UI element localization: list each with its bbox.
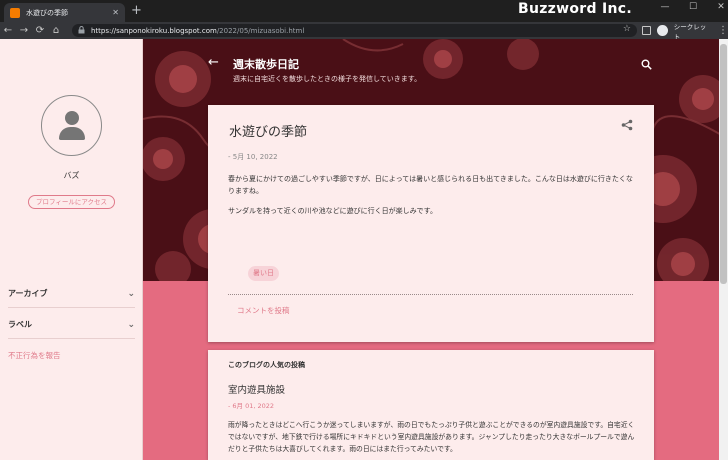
- home-button[interactable]: ⌂: [48, 25, 64, 36]
- chevron-down-icon: ⌄: [127, 319, 135, 330]
- url-host: https://sanponokiroku.blogspot.com: [91, 26, 217, 35]
- post-paragraph: 春から夏にかけての過ごしやすい季節ですが、日によっては暑いと感じられる日も出てき…: [228, 175, 633, 195]
- forward-button[interactable]: →: [16, 25, 32, 36]
- popular-post-date[interactable]: - 6月 01, 2022: [228, 400, 274, 410]
- minimize-button[interactable]: —: [660, 2, 670, 12]
- post-date[interactable]: - 5月 10, 2022: [228, 152, 278, 162]
- browser-menu-icon[interactable]: ⋮: [718, 25, 728, 36]
- post-comment-link[interactable]: コメントを投稿: [237, 305, 290, 316]
- maximize-button[interactable]: ☐: [688, 2, 698, 12]
- back-button[interactable]: ←: [0, 25, 16, 36]
- popular-posts-card: このブログの人気の投稿 室内遊具施設 - 6月 01, 2022 雨が降ったとき…: [208, 350, 654, 460]
- window-controls: — ☐ ✕: [660, 2, 726, 12]
- avatar-body: [59, 127, 85, 140]
- bookmark-star-icon[interactable]: ☆: [623, 24, 631, 34]
- blog-description: 週末に自宅近くを散歩したときの様子を発信していきます。: [233, 75, 422, 83]
- page-scrollbar-thumb[interactable]: [720, 44, 727, 284]
- post-card: 水遊びの季節 - 5月 10, 2022 春から夏にかけての過ごしやすい季節です…: [208, 105, 654, 342]
- reload-button[interactable]: ⟳: [32, 25, 48, 36]
- author-name: バズ: [63, 171, 80, 180]
- report-abuse-link[interactable]: 不正行為を報告: [8, 350, 61, 361]
- close-window-button[interactable]: ✕: [716, 2, 726, 12]
- new-tab-button[interactable]: +: [131, 3, 142, 19]
- profile-button[interactable]: プロフィールにアクセス: [28, 195, 115, 209]
- tab-title: 水遊びの季節: [26, 8, 68, 17]
- label-chip[interactable]: 暑い日: [248, 266, 279, 281]
- archive-label: アーカイブ: [8, 289, 48, 298]
- address-bar[interactable]: https://sanponokiroku.blogspot.com /2022…: [72, 24, 637, 37]
- toolbar-right: シークレット ⋮: [642, 21, 728, 41]
- blogger-favicon-icon: [10, 7, 20, 18]
- search-icon[interactable]: [641, 59, 652, 70]
- labels-label: ラベル: [8, 320, 32, 329]
- popular-post-title[interactable]: 室内遊具施設: [228, 382, 285, 396]
- labels-section[interactable]: ラベル ⌄: [8, 311, 135, 339]
- archive-section[interactable]: アーカイブ ⌄: [8, 280, 135, 308]
- post-title: 水遊びの季節: [229, 125, 308, 140]
- browser-tab[interactable]: 水遊びの季節 ✕: [4, 3, 125, 22]
- avatar[interactable]: [41, 95, 102, 156]
- tab-close-icon[interactable]: ✕: [112, 8, 119, 17]
- popular-post-snippet: 雨が降ったときはどこへ行こうか迷ってしまいますが、雨の日でもたっぷり子供と遊ぶこ…: [228, 421, 635, 453]
- avatar-head: [65, 111, 79, 125]
- blog-title[interactable]: 週末散歩日記: [233, 56, 299, 72]
- chevron-down-icon: ⌄: [127, 288, 135, 299]
- incognito-icon[interactable]: [656, 25, 668, 36]
- popular-posts-heading: このブログの人気の投稿: [228, 361, 305, 369]
- browser-title-bar: 水遊びの季節 ✕ + Buzzword Inc. — ☐ ✕: [0, 0, 728, 22]
- back-arrow-icon[interactable]: ←: [208, 55, 219, 70]
- share-icon[interactable]: [621, 119, 633, 131]
- browser-toolbar: ← → ⟳ ⌂ https://sanponokiroku.blogspot.c…: [0, 21, 728, 41]
- lock-icon: [78, 25, 85, 36]
- url-path: /2022/05/mizuasobi.html: [216, 26, 305, 35]
- post-paragraph: サンダルを持って近くの川や池などに遊びに行く日が楽しみです。: [228, 207, 437, 215]
- blog-sidebar: バズ プロフィールにアクセス アーカイブ ⌄ ラベル ⌄ 不正行為を報告: [0, 39, 143, 460]
- side-panel-icon[interactable]: [642, 26, 651, 35]
- divider: [228, 294, 633, 295]
- watermark-brand: Buzzword Inc.: [518, 1, 632, 17]
- incognito-label[interactable]: シークレット: [674, 21, 712, 41]
